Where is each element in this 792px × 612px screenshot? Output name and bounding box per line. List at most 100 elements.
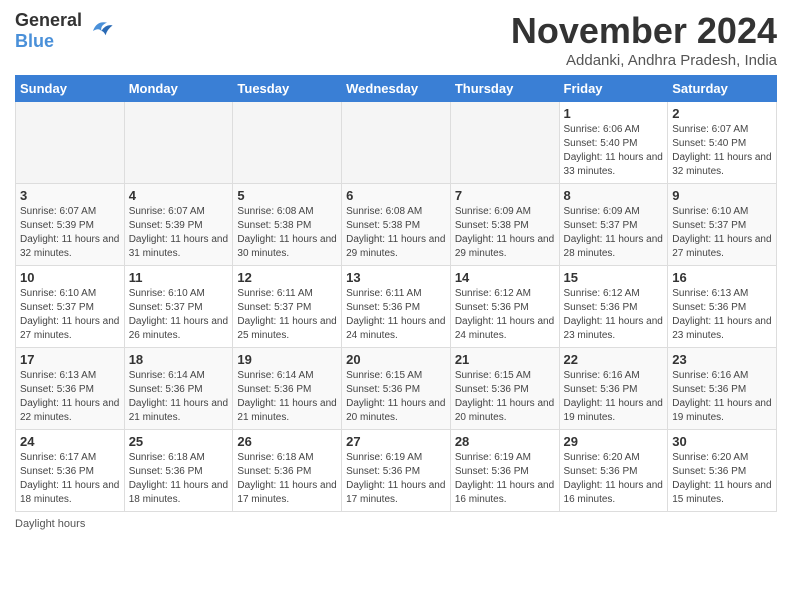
day-info: Sunrise: 6:08 AM Sunset: 5:38 PM Dayligh… [237,205,337,261]
header-cell-friday: Friday [559,76,668,102]
day-cell: 16Sunrise: 6:13 AM Sunset: 5:36 PM Dayli… [668,266,777,348]
day-info: Sunrise: 6:16 AM Sunset: 5:36 PM Dayligh… [564,369,664,425]
header-cell-thursday: Thursday [450,76,559,102]
day-number: 20 [346,352,446,367]
day-number: 6 [346,188,446,203]
logo-bird-icon [86,17,114,45]
day-info: Sunrise: 6:10 AM Sunset: 5:37 PM Dayligh… [20,287,120,343]
day-cell: 13Sunrise: 6:11 AM Sunset: 5:36 PM Dayli… [342,266,451,348]
day-cell: 26 Sunrise: 6:18 AM Sunset: 5:36 PM Dayli… [233,430,342,512]
week-row-1: 1Sunrise: 6:06 AM Sunset: 5:40 PM Daylig… [16,102,777,184]
day-number: 3 [20,188,120,203]
header-cell-monday: Monday [124,76,233,102]
day-number: 23 [672,352,772,367]
day-number: 17 [20,352,120,367]
day-cell: 24Sunrise: 6:17 AM Sunset: 5:36 PM Dayli… [16,430,125,512]
day-cell: 9 Sunrise: 6:10 AM Sunset: 5:37 PM Daylig… [668,184,777,266]
day-cell: 3Sunrise: 6:07 AM Sunset: 5:39 PM Daylig… [16,184,125,266]
day-info: Sunrise: 6:09 AM Sunset: 5:37 PM Dayligh… [564,205,664,261]
day-number: 25 [129,434,229,449]
day-info: Sunrise: 6:12 AM Sunset: 5:36 PM Dayligh… [455,287,555,343]
day-number: 4 [129,188,229,203]
day-info: Sunrise: 6:18 AM Sunset: 5:36 PM Dayligh… [129,451,229,507]
day-number: 21 [455,352,555,367]
day-number: 14 [455,270,555,285]
day-info: Sunrise: 6:07 AM Sunset: 5:39 PM Dayligh… [129,205,229,261]
day-number: 19 [237,352,337,367]
week-row-4: 17 Sunrise: 6:13 AM Sunset: 5:36 PM Dayli… [16,348,777,430]
day-number: 1 [564,106,664,121]
day-number: 26 [237,434,337,449]
day-cell: 12 Sunrise: 6:11 AM Sunset: 5:37 PM Dayli… [233,266,342,348]
day-info: Sunrise: 6:15 AM Sunset: 5:36 PM Dayligh… [455,369,555,425]
day-number: 16 [672,270,772,285]
day-cell: 21 Sunrise: 6:15 AM Sunset: 5:36 PM Dayli… [450,348,559,430]
location: Addanki, Andhra Pradesh, India [511,52,777,69]
footer-label: Daylight hours [15,518,85,530]
day-info: Sunrise: 6:18 AM Sunset: 5:36 PM Dayligh… [237,451,337,507]
day-cell: 15 Sunrise: 6:12 AM Sunset: 5:36 PM Dayli… [559,266,668,348]
day-number: 11 [129,270,229,285]
logo-blue: Blue [15,31,82,52]
day-info: Sunrise: 6:10 AM Sunset: 5:37 PM Dayligh… [672,205,772,261]
day-cell: 19 Sunrise: 6:14 AM Sunset: 5:36 PM Dayli… [233,348,342,430]
day-info: Sunrise: 6:13 AM Sunset: 5:36 PM Dayligh… [20,369,120,425]
header-cell-saturday: Saturday [668,76,777,102]
day-cell: 11Sunrise: 6:10 AM Sunset: 5:37 PM Dayli… [124,266,233,348]
day-cell: 8 Sunrise: 6:09 AM Sunset: 5:37 PM Daylig… [559,184,668,266]
day-cell [342,102,451,184]
day-cell: 18Sunrise: 6:14 AM Sunset: 5:36 PM Dayli… [124,348,233,430]
day-info: Sunrise: 6:20 AM Sunset: 5:36 PM Dayligh… [672,451,772,507]
day-info: Sunrise: 6:11 AM Sunset: 5:37 PM Dayligh… [237,287,337,343]
day-info: Sunrise: 6:19 AM Sunset: 5:36 PM Dayligh… [346,451,446,507]
day-number: 18 [129,352,229,367]
header-cell-wednesday: Wednesday [342,76,451,102]
day-info: Sunrise: 6:19 AM Sunset: 5:36 PM Dayligh… [455,451,555,507]
page: General Blue November 2024 Addanki, Andh… [0,0,792,540]
day-info: Sunrise: 6:20 AM Sunset: 5:36 PM Dayligh… [564,451,664,507]
week-row-2: 3 Sunrise: 6:07 AM Sunset: 5:39 PM Daylig… [16,184,777,266]
header-cell-sunday: Sunday [16,76,125,102]
logo-text: General Blue [15,10,82,52]
day-number: 22 [564,352,664,367]
day-cell: 6Sunrise: 6:08 AM Sunset: 5:38 PM Daylig… [342,184,451,266]
day-number: 27 [346,434,446,449]
day-number: 9 [672,188,772,203]
day-cell [124,102,233,184]
day-cell: 23 Sunrise: 6:16 AM Sunset: 5:36 PM Dayli… [668,348,777,430]
month-title: November 2024 [511,10,777,52]
day-info: Sunrise: 6:15 AM Sunset: 5:36 PM Dayligh… [346,369,446,425]
day-number: 29 [564,434,664,449]
day-number: 10 [20,270,120,285]
day-cell: 4 Sunrise: 6:07 AM Sunset: 5:39 PM Daylig… [124,184,233,266]
day-cell: 30 Sunrise: 6:20 AM Sunset: 5:36 PM Dayli… [668,430,777,512]
day-cell: 28Sunrise: 6:19 AM Sunset: 5:36 PM Dayli… [450,430,559,512]
day-number: 15 [564,270,664,285]
day-number: 5 [237,188,337,203]
day-cell [450,102,559,184]
day-number: 7 [455,188,555,203]
day-cell: 10 Sunrise: 6:10 AM Sunset: 5:37 PM Dayli… [16,266,125,348]
week-row-5: 24Sunrise: 6:17 AM Sunset: 5:36 PM Dayli… [16,430,777,512]
header-cell-tuesday: Tuesday [233,76,342,102]
footer: Daylight hours [15,518,777,530]
week-row-3: 10 Sunrise: 6:10 AM Sunset: 5:37 PM Dayli… [16,266,777,348]
day-number: 13 [346,270,446,285]
day-number: 12 [237,270,337,285]
day-info: Sunrise: 6:07 AM Sunset: 5:40 PM Dayligh… [672,123,772,179]
day-number: 30 [672,434,772,449]
logo-general: General [15,10,82,31]
day-info: Sunrise: 6:16 AM Sunset: 5:36 PM Dayligh… [672,369,772,425]
title-block: November 2024 Addanki, Andhra Pradesh, I… [511,10,777,69]
day-cell: 1Sunrise: 6:06 AM Sunset: 5:40 PM Daylig… [559,102,668,184]
day-info: Sunrise: 6:09 AM Sunset: 5:38 PM Dayligh… [455,205,555,261]
day-info: Sunrise: 6:14 AM Sunset: 5:36 PM Dayligh… [237,369,337,425]
day-number: 8 [564,188,664,203]
logo: General Blue [15,10,114,52]
day-cell: 27 Sunrise: 6:19 AM Sunset: 5:36 PM Dayli… [342,430,451,512]
day-number: 24 [20,434,120,449]
day-info: Sunrise: 6:12 AM Sunset: 5:36 PM Dayligh… [564,287,664,343]
day-cell [16,102,125,184]
day-cell [233,102,342,184]
day-cell: 7 Sunrise: 6:09 AM Sunset: 5:38 PM Daylig… [450,184,559,266]
